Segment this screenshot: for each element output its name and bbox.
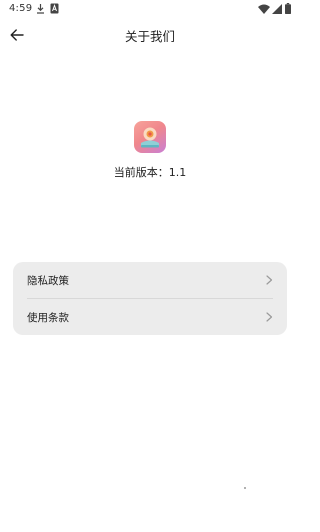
- signal-icon: [272, 4, 282, 14]
- download-icon: [37, 4, 44, 14]
- app-logo-icon: [134, 121, 166, 153]
- battery-icon: [285, 3, 291, 14]
- menu-item-label: 使用条款: [27, 312, 69, 324]
- menu-item-label: 隐私政策: [27, 275, 69, 287]
- menu-item-privacy-policy[interactable]: 隐私政策: [13, 262, 287, 298]
- notification-a-icon: [50, 3, 59, 14]
- status-bar: 4:59: [0, 0, 300, 18]
- wifi-icon: [258, 4, 270, 14]
- app-logo-graphic: [141, 127, 159, 148]
- status-time: 4:59: [9, 3, 33, 14]
- page-title: 关于我们: [124, 29, 175, 44]
- menu-item-terms-of-use[interactable]: 使用条款: [13, 299, 287, 335]
- app-bar: 关于我们: [0, 22, 300, 48]
- menu-card: 隐私政策 使用条款: [13, 262, 287, 335]
- chevron-right-icon: [266, 312, 273, 322]
- version-label: 当前版本：1.1: [113, 166, 187, 179]
- chevron-right-icon: [266, 275, 273, 285]
- decorative-dot: [244, 487, 246, 489]
